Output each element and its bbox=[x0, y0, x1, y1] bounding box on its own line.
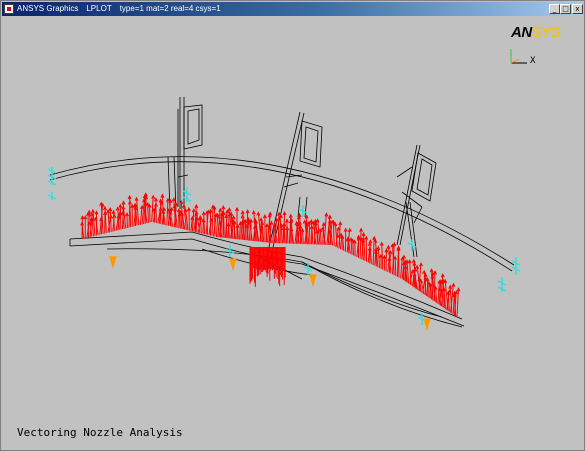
ansys-app-icon[interactable] bbox=[4, 4, 14, 14]
graphics-viewport[interactable]: ANSYS X Vectoring Nozzle Analysis bbox=[2, 17, 583, 449]
model-plot bbox=[47, 97, 521, 332]
ansys-graphics-window: ANSYS Graphics LPLOT type=1 mat=2 real=4 c… bbox=[0, 0, 585, 451]
attributes-title: type=1 mat=2 real=4 csys=1 bbox=[119, 4, 221, 13]
window-title: ANSYS Graphics LPLOT type=1 mat=2 real=4 c… bbox=[17, 2, 221, 16]
force-vector-arrow bbox=[130, 203, 135, 227]
x-axis-label: X bbox=[530, 56, 536, 66]
minimize-icon[interactable]: _ bbox=[549, 4, 560, 14]
force-vector-arrow bbox=[83, 215, 88, 239]
command-title: LPLOT bbox=[86, 4, 112, 13]
plot-caption: Vectoring Nozzle Analysis bbox=[17, 426, 183, 439]
ansys-logo: ANSYS bbox=[511, 24, 561, 41]
force-vector-arrow bbox=[382, 254, 387, 271]
app-title: ANSYS Graphics bbox=[17, 4, 79, 13]
close-icon[interactable]: x bbox=[572, 4, 583, 14]
force-vector-arrow bbox=[384, 248, 389, 272]
maximize-icon[interactable]: □ bbox=[560, 4, 571, 14]
title-bar[interactable]: ANSYS Graphics LPLOT type=1 mat=2 real=4 c… bbox=[2, 2, 583, 16]
